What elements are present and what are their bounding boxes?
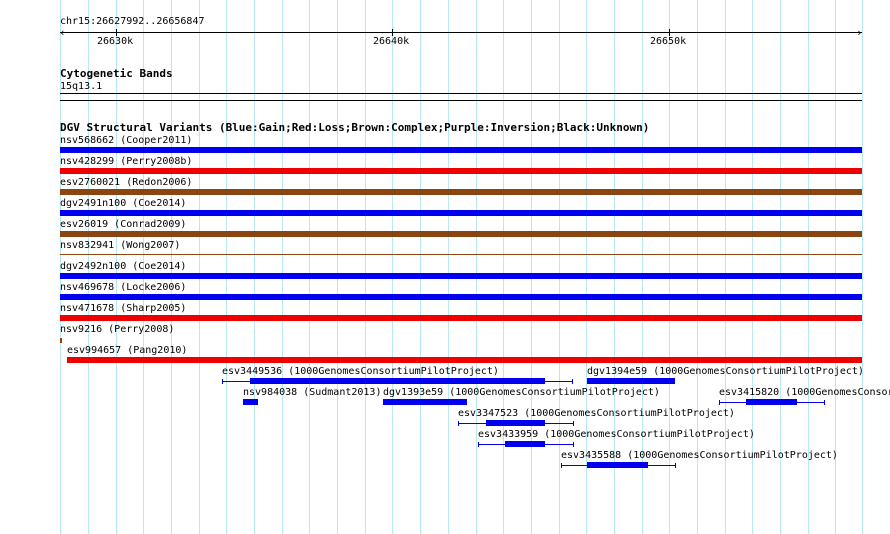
variant-label[interactable]: dgv2492n100 (Coe2014) [60,261,186,272]
grid-line [503,0,504,534]
variant-bar-gain[interactable] [587,462,648,468]
variant-label[interactable]: nsv469678 (Locke2006) [60,282,186,293]
variant-label[interactable]: nsv9216 (Perry2008) [60,324,174,335]
variant-bar-gain[interactable] [486,420,545,426]
variant-bar-gain[interactable] [505,441,545,447]
variant-label[interactable]: dgv1394e59 (1000GenomesConsortiumPilotPr… [587,366,864,377]
grid-line [337,0,338,534]
variant-end-tick [824,400,825,405]
variant-label[interactable]: nsv568662 (Cooper2011) [60,135,192,146]
variant-bar-gain[interactable] [60,273,862,279]
grid-line [476,0,477,534]
variant-bar-gain[interactable] [587,378,675,384]
variant-end-tick [573,421,574,426]
grid-line [448,0,449,534]
variant-end-tick [561,463,562,468]
variant-label[interactable]: esv994657 (Pang2010) [67,345,187,356]
cytoband-track-title: Cytogenetic Bands [60,67,173,80]
variant-end-tick [222,379,223,384]
variant-label[interactable]: esv2760021 (Redon2006) [60,177,192,188]
cytoband-label: 15q13.1 [60,81,103,92]
variant-line-complex[interactable] [60,338,62,343]
ruler-line [60,32,862,33]
genome-browser-track-panel[interactable]: chr15:26627992..26656847 ‹ › 26630k 2664… [0,0,890,534]
variant-label[interactable]: nsv428299 (Perry2008b) [60,156,192,167]
variant-label[interactable]: esv26019 (Conrad2009) [60,219,186,230]
cytoband-bar-top [60,93,862,94]
variant-bar-gain[interactable] [746,399,797,405]
variant-label[interactable]: esv3435588 (1000GenomesConsortiumPilotPr… [561,450,838,461]
grid-line [199,0,200,534]
variant-bar-complex[interactable] [60,189,862,195]
ruler-major-tick [392,29,393,36]
ruler-major-tick [116,29,117,36]
variant-label[interactable]: esv3347523 (1000GenomesConsortiumPilotPr… [458,408,735,419]
ruler-tick-label: 26650k [650,36,687,47]
dgv-track-title: DGV Structural Variants (Blue:Gain;Red:L… [60,121,650,134]
variant-label[interactable]: esv3449536 (1000GenomesConsortiumPilotPr… [222,366,499,377]
variant-label[interactable]: nsv984038 (Sudmant2013) [243,387,381,398]
grid-line [309,0,310,534]
ruler-tick-label: 26640k [373,36,410,47]
variant-bar-gain[interactable] [60,147,862,153]
variant-bar-gain[interactable] [60,294,862,300]
grid-line [282,0,283,534]
cytoband-bar-bottom [60,100,862,101]
variant-label[interactable]: dgv1393e59 (1000GenomesConsortiumPilotPr… [383,387,660,398]
variant-end-tick [675,463,676,468]
variant-bar-complex[interactable] [60,231,862,237]
variant-line-complex[interactable] [60,254,862,255]
variant-bar-gain[interactable] [250,378,545,384]
variant-end-tick [458,421,459,426]
grid-line [254,0,255,534]
grid-line [392,0,393,534]
variant-end-tick [572,379,573,384]
variant-bar-gain[interactable] [383,399,467,405]
variant-bar-gain[interactable] [243,399,258,405]
scroll-right-icon[interactable]: › [856,27,863,38]
variant-label[interactable]: nsv471678 (Sharp2005) [60,303,186,314]
variant-label[interactable]: esv3415820 (1000GenomesConsortiumPilotPr… [719,387,890,398]
grid-line [531,0,532,534]
grid-line [226,0,227,534]
grid-line [559,0,560,534]
variant-end-tick [573,442,574,447]
variant-label[interactable]: nsv832941 (Wong2007) [60,240,180,251]
variant-bar-gain[interactable] [60,210,862,216]
variant-end-tick [478,442,479,447]
variant-label[interactable]: dgv2491n100 (Coe2014) [60,198,186,209]
variant-bar-loss[interactable] [60,315,862,321]
variant-bar-loss[interactable] [67,357,862,363]
grid-line [420,0,421,534]
ruler-major-tick [669,29,670,36]
region-label: chr15:26627992..26656847 [60,16,205,27]
variant-label[interactable]: esv3433959 (1000GenomesConsortiumPilotPr… [478,429,755,440]
variant-bar-loss[interactable] [60,168,862,174]
grid-line [365,0,366,534]
ruler-tick-label: 26630k [97,36,134,47]
variant-end-tick [719,400,720,405]
grid-line [862,0,863,534]
